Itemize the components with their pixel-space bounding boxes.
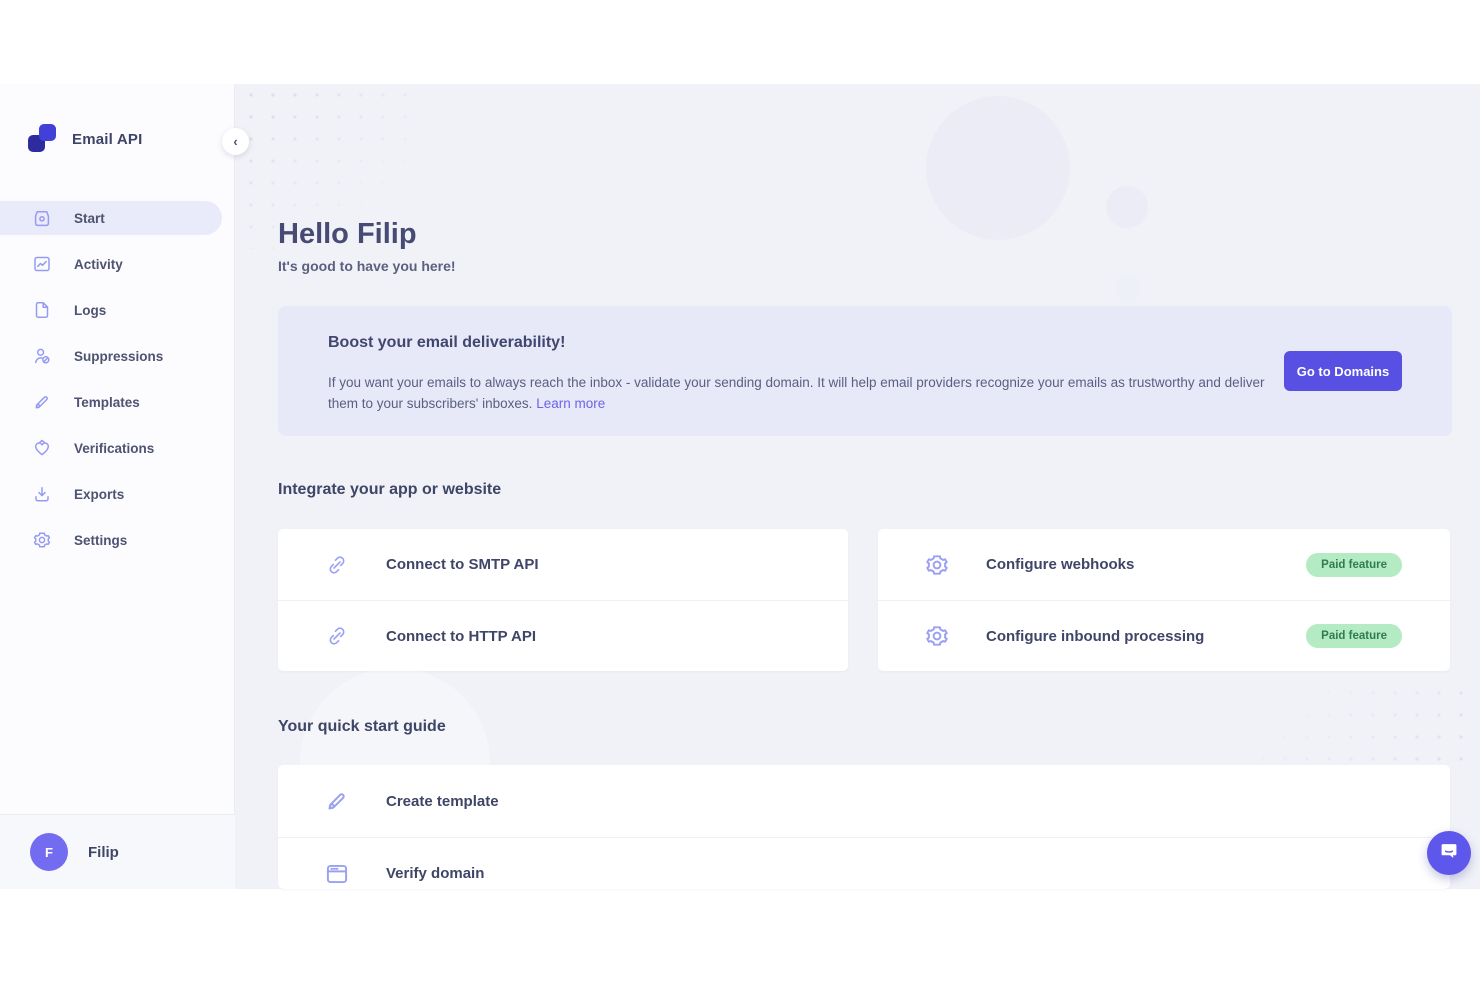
integrate-left-card: Connect to SMTP API Connect to HTTP API <box>278 529 848 671</box>
page-title: Hello Filip <box>278 218 417 251</box>
integrate-right-card: Configure webhooks Paid feature Configur… <box>878 529 1450 671</box>
avatar: F <box>30 833 68 871</box>
sidebar-item-label: Exports <box>74 487 124 502</box>
activity-chart-icon <box>32 254 52 274</box>
sidebar-item-start[interactable]: Start <box>0 195 235 241</box>
chat-launcher-button[interactable] <box>1427 831 1471 875</box>
link-icon <box>324 552 350 578</box>
sidebar-item-templates[interactable]: Templates <box>0 379 235 425</box>
row-label: Configure webhooks <box>986 556 1134 573</box>
configure-webhooks-row[interactable]: Configure webhooks Paid feature <box>878 529 1450 600</box>
sidebar-item-verifications[interactable]: Verifications <box>0 425 235 471</box>
quickstart-heading: Your quick start guide <box>278 718 446 736</box>
row-label: Connect to SMTP API <box>386 556 539 573</box>
sidebar-item-suppressions[interactable]: Suppressions <box>0 333 235 379</box>
heart-check-icon <box>32 438 52 458</box>
gear-icon <box>32 530 52 550</box>
configure-inbound-row[interactable]: Configure inbound processing Paid featur… <box>878 600 1450 671</box>
decorative-circle-small <box>1115 276 1141 302</box>
paid-feature-badge: Paid feature <box>1306 624 1402 648</box>
row-label: Configure inbound processing <box>986 628 1204 645</box>
connect-http-row[interactable]: Connect to HTTP API <box>278 600 848 671</box>
row-label: Create template <box>386 793 499 810</box>
pen-icon <box>32 392 52 412</box>
sidebar-item-label: Settings <box>74 533 127 548</box>
sidebar-item-logs[interactable]: Logs <box>0 287 235 333</box>
app-logo: Email API <box>28 124 142 154</box>
sidebar-collapse-button[interactable]: ‹ <box>222 128 249 155</box>
banner-body: If you want your emails to always reach … <box>328 372 1266 414</box>
sidebar-item-label: Start <box>74 211 105 226</box>
create-template-row[interactable]: Create template <box>278 765 1450 837</box>
sidebar-nav: Start Activity Logs Suppressions Templat… <box>0 195 235 563</box>
browser-window-icon <box>324 861 350 887</box>
connect-smtp-row[interactable]: Connect to SMTP API <box>278 529 848 600</box>
verify-domain-row[interactable]: Verify domain <box>278 837 1450 889</box>
decorative-circle-medium <box>1106 186 1148 228</box>
document-icon <box>32 300 52 320</box>
chat-bubble-icon <box>1438 840 1460 867</box>
paid-feature-badge: Paid feature <box>1306 553 1402 577</box>
sidebar-item-label: Activity <box>74 257 123 272</box>
user-block-icon <box>32 346 52 366</box>
home-icon <box>32 208 52 228</box>
pen-icon <box>324 788 350 814</box>
sidebar-item-activity[interactable]: Activity <box>0 241 235 287</box>
sidebar-item-settings[interactable]: Settings <box>0 517 235 563</box>
user-name: Filip <box>88 844 119 861</box>
decorative-dots-bottom-right <box>1252 682 1480 767</box>
sidebar-item-label: Verifications <box>74 441 154 456</box>
go-to-domains-button[interactable]: Go to Domains <box>1284 351 1402 391</box>
app-logo-icon <box>28 124 58 154</box>
quickstart-card: Create template Verify domain <box>278 765 1450 889</box>
sidebar-item-exports[interactable]: Exports <box>0 471 235 517</box>
row-label: Verify domain <box>386 865 484 882</box>
integrate-heading: Integrate your app or website <box>278 481 501 499</box>
learn-more-link[interactable]: Learn more <box>536 396 605 411</box>
sidebar-item-label: Suppressions <box>74 349 163 364</box>
gear-icon <box>924 623 950 649</box>
sidebar-item-label: Templates <box>74 395 140 410</box>
gear-icon <box>924 552 950 578</box>
user-menu[interactable]: F Filip <box>0 814 235 889</box>
link-icon <box>324 623 350 649</box>
page-subtitle: It's good to have you here! <box>278 258 456 274</box>
app-title: Email API <box>72 131 142 148</box>
chevron-left-icon: ‹ <box>233 134 237 149</box>
download-icon <box>32 484 52 504</box>
sidebar-item-label: Logs <box>74 303 106 318</box>
decorative-circle-large <box>926 96 1070 240</box>
deliverability-banner <box>278 306 1452 436</box>
row-label: Connect to HTTP API <box>386 628 536 645</box>
banner-title: Boost your email deliverability! <box>328 334 565 352</box>
